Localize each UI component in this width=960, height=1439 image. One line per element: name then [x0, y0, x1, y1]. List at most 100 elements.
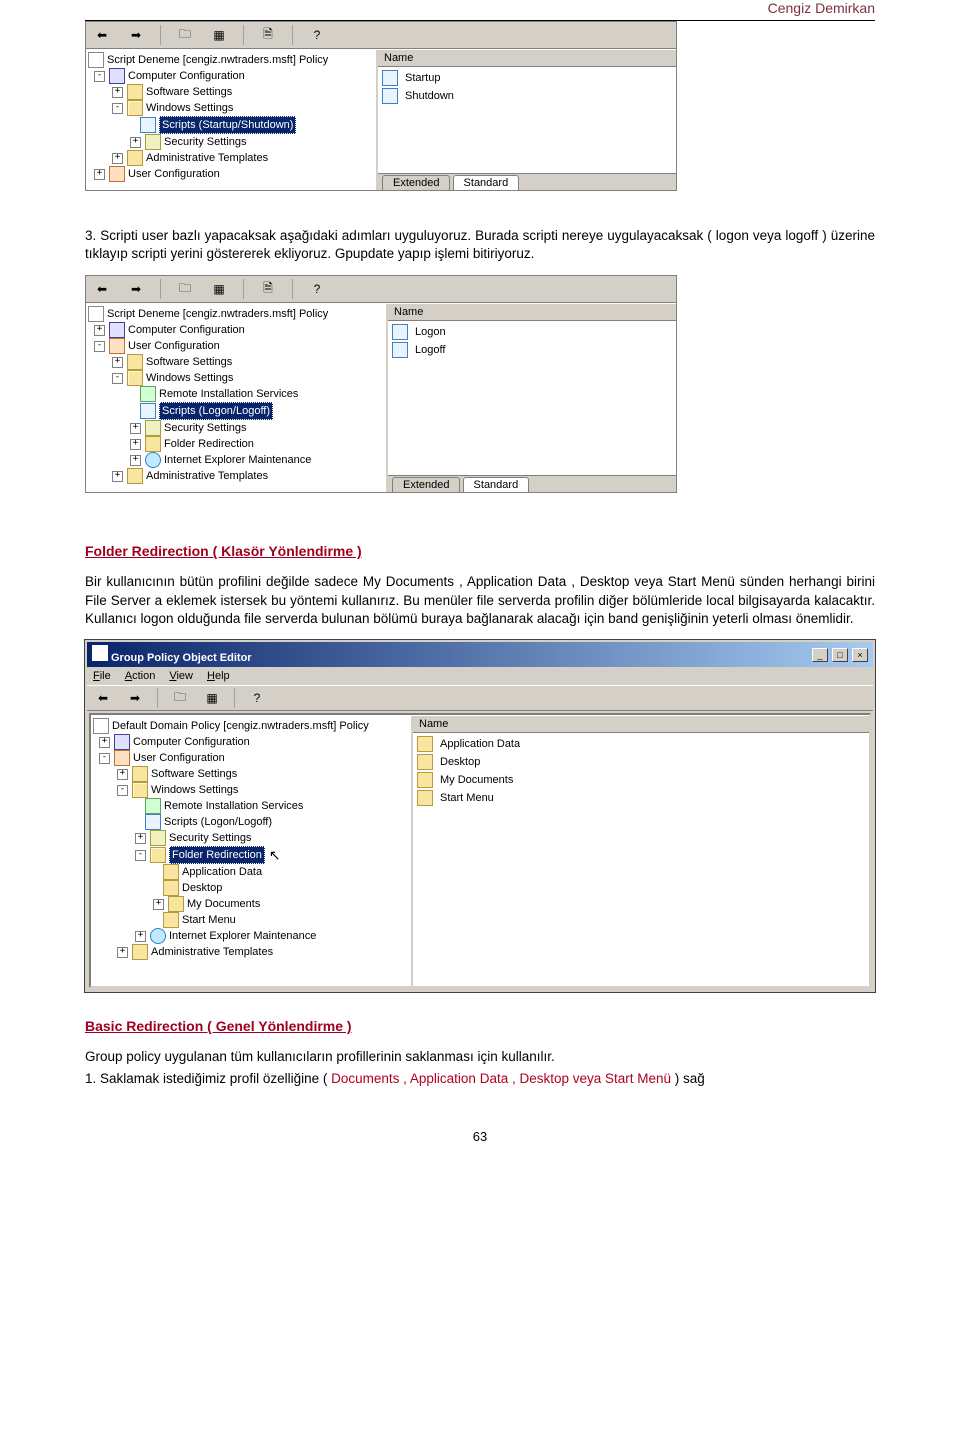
back-icon[interactable]: ⬅ [92, 25, 112, 45]
tree-item[interactable]: Computer Configuration [133, 734, 250, 750]
mmc1-tree[interactable]: Script Deneme [cengiz.nwtraders.msft] Po… [86, 50, 378, 190]
tab-standard[interactable]: Standard [453, 175, 520, 190]
tree-item[interactable]: Scripts (Logon/Logoff) [164, 814, 272, 830]
tree-item-selected[interactable]: Scripts (Logon/Logoff) [159, 402, 273, 420]
menu-help[interactable]: Help [207, 670, 230, 682]
expander-icon[interactable]: - [112, 103, 123, 114]
show-tree-icon[interactable]: ▦ [202, 688, 222, 708]
minimize-button[interactable]: _ [812, 648, 828, 662]
tree-item[interactable]: Security Settings [164, 134, 247, 150]
tab-extended[interactable]: Extended [382, 175, 450, 190]
tree-item[interactable]: User Configuration [133, 750, 225, 766]
tree-item[interactable]: Start Menu [182, 912, 236, 928]
tree-item[interactable]: Software Settings [151, 766, 237, 782]
expander-icon[interactable]: - [117, 785, 128, 796]
close-button[interactable]: × [852, 648, 868, 662]
tree-item[interactable]: Administrative Templates [146, 468, 268, 484]
tree-item[interactable]: Windows Settings [146, 100, 233, 116]
list-item[interactable]: Logon [392, 323, 672, 341]
tree-item[interactable]: Windows Settings [151, 782, 238, 798]
menu-file[interactable]: File [93, 670, 111, 682]
menu-view[interactable]: View [169, 670, 193, 682]
expander-icon[interactable]: + [135, 931, 146, 942]
list-column-name[interactable]: Name [388, 304, 676, 321]
tree-item[interactable]: User Configuration [128, 166, 220, 182]
up-folder-icon[interactable]: 🗀 [175, 25, 195, 45]
expander-icon[interactable]: + [99, 737, 110, 748]
up-folder-icon[interactable]: 🗀 [175, 279, 195, 299]
list-item[interactable]: Startup [382, 69, 672, 87]
tree-item[interactable]: My Documents [187, 896, 260, 912]
tree-item-selected[interactable]: Folder Redirection [169, 846, 265, 864]
back-icon[interactable]: ⬅ [93, 688, 113, 708]
remote-install-icon [145, 798, 161, 814]
window-titlebar[interactable]: Group Policy Object Editor _ □ × [87, 642, 873, 667]
list-item[interactable]: Logoff [392, 341, 672, 359]
tree-item[interactable]: Software Settings [146, 354, 232, 370]
tree-item[interactable]: Folder Redirection [164, 436, 254, 452]
expander-icon[interactable]: + [112, 153, 123, 164]
tree-root: Script Deneme [cengiz.nwtraders.msft] Po… [107, 52, 328, 68]
tree-item[interactable]: User Configuration [128, 338, 220, 354]
forward-icon[interactable]: ➡ [126, 279, 146, 299]
expander-icon[interactable]: - [135, 850, 146, 861]
expander-icon[interactable]: + [112, 87, 123, 98]
tree-item[interactable]: Internet Explorer Maintenance [169, 928, 316, 944]
tree-item-selected[interactable]: Scripts (Startup/Shutdown) [159, 116, 296, 134]
tab-extended[interactable]: Extended [392, 477, 460, 492]
expander-icon[interactable]: - [94, 341, 105, 352]
expander-icon[interactable]: - [99, 753, 110, 764]
folder-icon [163, 912, 179, 928]
forward-icon[interactable]: ➡ [125, 688, 145, 708]
tree-item[interactable]: Desktop [182, 880, 222, 896]
show-tree-icon[interactable]: ▦ [209, 279, 229, 299]
expander-icon[interactable]: + [130, 137, 141, 148]
tree-item[interactable]: Computer Configuration [128, 322, 245, 338]
list-item[interactable]: Shutdown [382, 87, 672, 105]
tree-item[interactable]: Remote Installation Services [159, 386, 298, 402]
tree-item[interactable]: Administrative Templates [146, 150, 268, 166]
tree-item[interactable]: Administrative Templates [151, 944, 273, 960]
expander-icon[interactable]: + [117, 769, 128, 780]
expander-icon[interactable]: + [135, 833, 146, 844]
help-icon[interactable]: ? [307, 25, 327, 45]
tab-standard[interactable]: Standard [463, 477, 530, 492]
expander-icon[interactable]: - [94, 71, 105, 82]
list-column-name[interactable]: Name [413, 716, 869, 733]
tree-item[interactable]: Internet Explorer Maintenance [164, 452, 311, 468]
expander-icon[interactable]: + [112, 471, 123, 482]
mmc2-tree[interactable]: Script Deneme [cengiz.nwtraders.msft] Po… [86, 304, 388, 492]
tree-item[interactable]: Software Settings [146, 84, 232, 100]
tree-item[interactable]: Windows Settings [146, 370, 233, 386]
tree-item[interactable]: Application Data [182, 864, 262, 880]
maximize-button[interactable]: □ [832, 648, 848, 662]
list-item[interactable]: Start Menu [417, 789, 865, 807]
help-icon[interactable]: ? [247, 688, 267, 708]
menu-action[interactable]: Action [125, 670, 156, 682]
list-item[interactable]: Desktop [417, 753, 865, 771]
gpo-tree[interactable]: Default Domain Policy [cengiz.nwtraders.… [91, 716, 413, 986]
expander-icon[interactable]: + [130, 423, 141, 434]
tree-item[interactable]: Security Settings [164, 420, 247, 436]
expander-icon[interactable]: + [153, 899, 164, 910]
expander-icon[interactable]: + [112, 357, 123, 368]
tree-item[interactable]: Remote Installation Services [164, 798, 303, 814]
export-icon[interactable]: 🗎 [258, 25, 278, 45]
help-icon[interactable]: ? [307, 279, 327, 299]
show-tree-icon[interactable]: ▦ [209, 25, 229, 45]
tree-item[interactable]: Computer Configuration [128, 68, 245, 84]
expander-icon[interactable]: + [130, 455, 141, 466]
list-item[interactable]: Application Data [417, 735, 865, 753]
forward-icon[interactable]: ➡ [126, 25, 146, 45]
list-column-name[interactable]: Name [378, 50, 676, 67]
up-folder-icon[interactable]: 🗀 [170, 688, 190, 708]
expander-icon[interactable]: + [117, 947, 128, 958]
list-item[interactable]: My Documents [417, 771, 865, 789]
expander-icon[interactable]: + [94, 325, 105, 336]
expander-icon[interactable]: + [130, 439, 141, 450]
expander-icon[interactable]: + [94, 169, 105, 180]
tree-item[interactable]: Security Settings [169, 830, 252, 846]
expander-icon[interactable]: - [112, 373, 123, 384]
back-icon[interactable]: ⬅ [92, 279, 112, 299]
export-icon[interactable]: 🗎 [258, 279, 278, 299]
